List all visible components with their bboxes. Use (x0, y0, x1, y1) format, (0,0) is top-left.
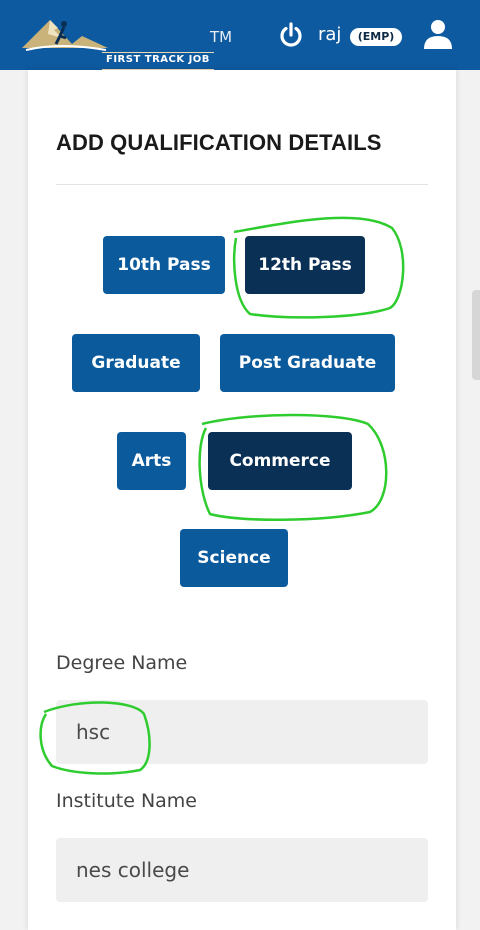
option-graduate-button[interactable]: Graduate (72, 334, 200, 392)
brand-name: FIRST TRACK JOB (102, 52, 214, 70)
stream-science-button[interactable]: Science (180, 529, 288, 587)
stream-arts-button[interactable]: Arts (117, 432, 186, 490)
option-12th-pass-button[interactable]: 12th Pass (245, 236, 365, 294)
role-badge: (EMP) (350, 28, 402, 46)
app-header: TM FIRST TRACK JOB raj (EMP) (0, 0, 480, 70)
scrollbar-handle[interactable] (472, 290, 480, 380)
degree-name-input[interactable] (56, 700, 428, 764)
page-title: ADD QUALIFICATION DETAILS (56, 130, 382, 155)
mountain-logo-icon (22, 20, 108, 51)
power-icon[interactable] (278, 22, 304, 48)
title-divider (56, 184, 428, 185)
institute-name-input[interactable] (56, 838, 428, 902)
user-icon[interactable] (424, 18, 452, 50)
stream-commerce-button[interactable]: Commerce (208, 432, 352, 490)
option-10th-pass-button[interactable]: 10th Pass (103, 236, 225, 294)
brand-logo[interactable]: TM FIRST TRACK JOB (20, 14, 232, 70)
institute-name-label: Institute Name (56, 790, 197, 812)
username: raj (318, 24, 342, 45)
trademark-label: TM (210, 28, 233, 46)
degree-name-label: Degree Name (56, 652, 188, 674)
option-post-graduate-button[interactable]: Post Graduate (220, 334, 395, 392)
